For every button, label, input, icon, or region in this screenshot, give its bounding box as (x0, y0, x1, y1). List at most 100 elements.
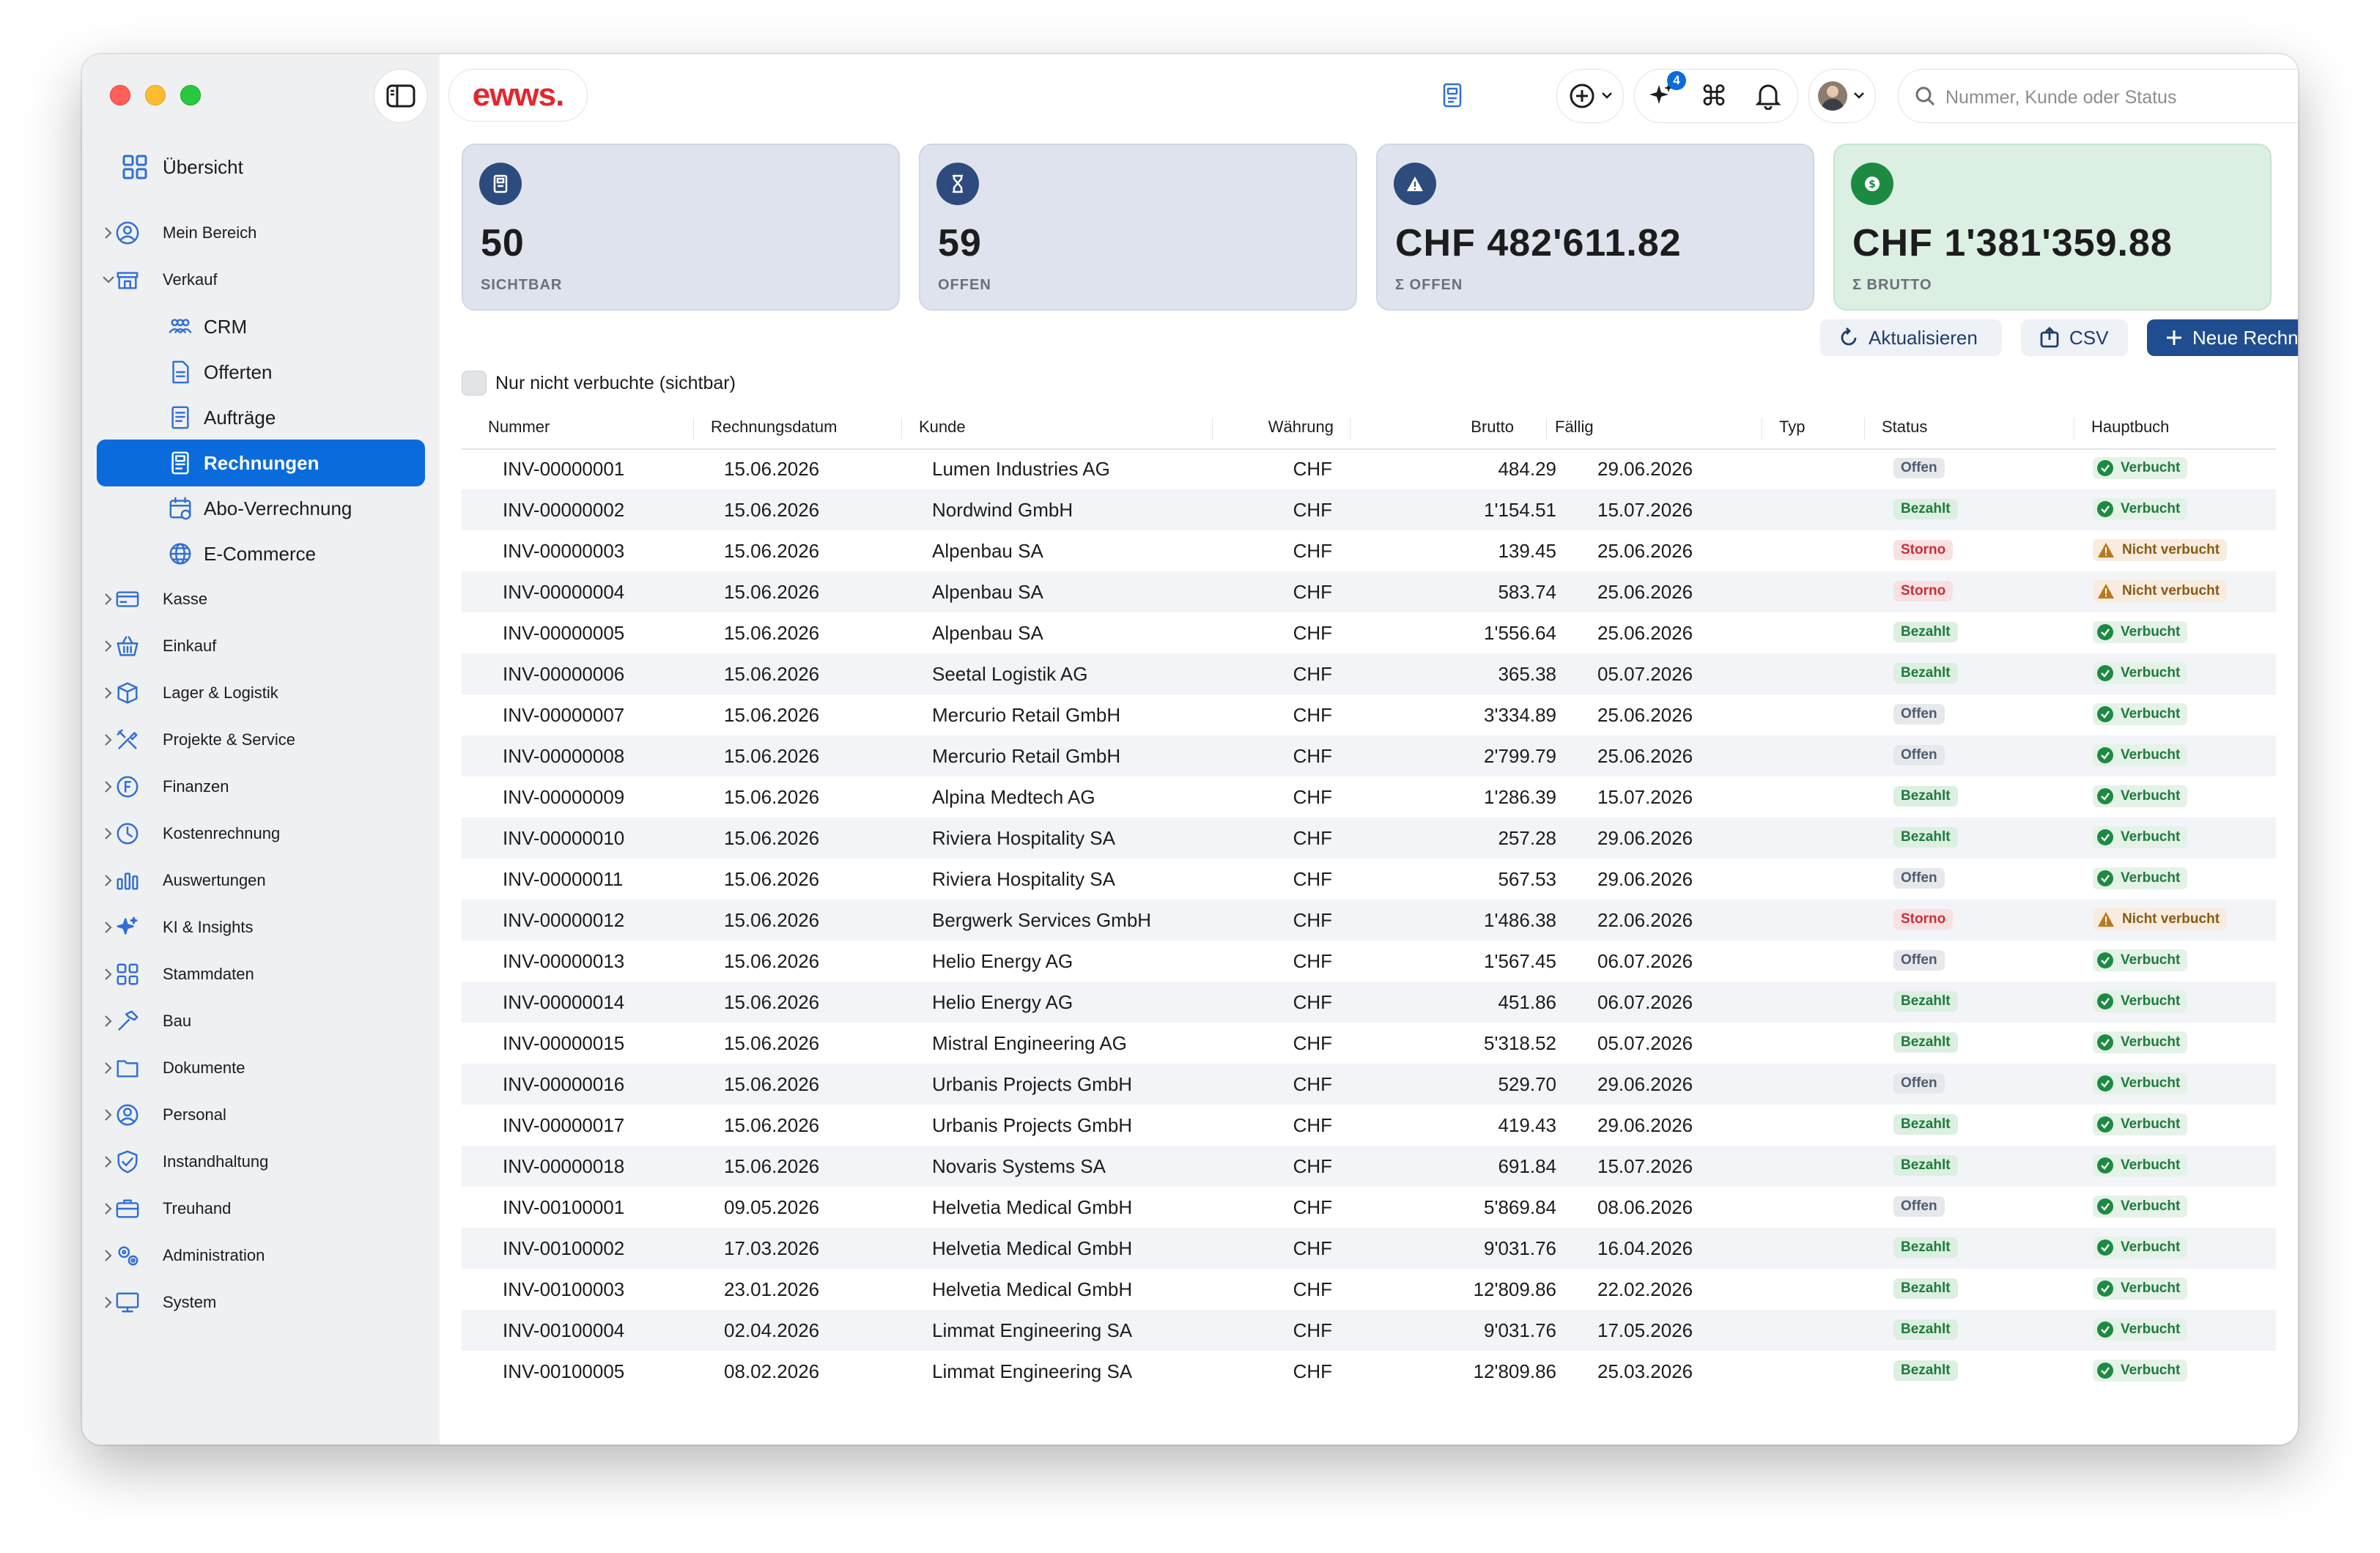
check-circle-icon (2097, 1280, 2113, 1297)
sidebar-item-lager-logistik[interactable]: Lager & Logistik (82, 670, 440, 716)
invoice-number[interactable]: INV-00000013 (503, 950, 624, 973)
table-row[interactable]: INV-00000013 15.06.2026 Helio Energy AG CHF… (462, 941, 2276, 982)
table-row[interactable]: INV-00100004 02.04.2026 Limmat Engineering… (462, 1310, 2276, 1351)
unbooked-filter[interactable]: Nur nicht verbuchte (sichtbar) (462, 371, 736, 396)
sidebar-item-auswertungen[interactable]: Auswertungen (82, 857, 440, 904)
column-header-waehrung[interactable]: Währung (1268, 418, 1334, 437)
table-row[interactable]: INV-00100001 09.05.2026 Helvetia Medical G… (462, 1187, 2276, 1228)
logo[interactable]: ewws. (448, 69, 588, 122)
sidebar-item-kasse[interactable]: Kasse (82, 576, 440, 623)
zoom-window-button[interactable] (180, 85, 201, 105)
invoice-number[interactable]: INV-00000017 (503, 1114, 624, 1137)
sidebar-item-uebersicht[interactable]: Übersicht (82, 144, 440, 190)
table-row[interactable]: INV-00000009 15.06.2026 Alpina Medtech AG C… (462, 776, 2276, 818)
invoice-number[interactable]: INV-00000008 (503, 745, 624, 768)
new-invoice-button[interactable]: Neue Rechnung (2147, 319, 2298, 356)
table-row[interactable]: INV-00000016 15.06.2026 Urbanis Projects G… (462, 1064, 2276, 1105)
invoice-number[interactable]: INV-00100004 (503, 1319, 624, 1342)
invoice-number[interactable]: INV-00000003 (503, 540, 624, 563)
column-header-brutto[interactable]: Brutto (1471, 418, 1514, 437)
invoice-number[interactable]: INV-00100005 (503, 1360, 624, 1383)
add-menu-button[interactable] (1556, 69, 1624, 123)
sidebar-item-instandhaltung[interactable]: Instandhaltung (82, 1138, 440, 1185)
csv-export-button[interactable]: CSV (2021, 319, 2128, 356)
sidebar-item-abo-verrechnung[interactable]: Abo-Verrechnung (82, 485, 440, 532)
sidebar-item-offerten[interactable]: Offerten (82, 349, 440, 396)
column-header-hauptbuch[interactable]: Hauptbuch (2091, 418, 2169, 437)
invoice-number[interactable]: INV-00100001 (503, 1196, 624, 1219)
sidebar-item-einkauf[interactable]: Einkauf (82, 623, 440, 670)
invoice-number[interactable]: INV-00000001 (503, 458, 624, 481)
table-row[interactable]: INV-00000001 15.06.2026 Lumen Industries A… (462, 448, 2276, 489)
sidebar-item-bau[interactable]: Bau (82, 998, 440, 1045)
column-header-nummer[interactable]: Nummer (488, 418, 550, 437)
invoice-number[interactable]: INV-00100003 (503, 1278, 624, 1301)
table-row[interactable]: INV-00000002 15.06.2026 Nordwind GmbH CHF 1'… (462, 489, 2276, 530)
table-row[interactable]: INV-00000014 15.06.2026 Helio Energy AG CHF… (462, 982, 2276, 1023)
svg-text:$: $ (1869, 179, 1876, 190)
sidebar-item-treuhand[interactable]: Treuhand (82, 1185, 440, 1232)
table-row[interactable]: INV-00100005 08.02.2026 Limmat Engineering… (462, 1351, 2276, 1392)
sidebar-item-dokumente[interactable]: Dokumente (82, 1045, 440, 1091)
column-header-faellig[interactable]: Fällig (1555, 418, 1594, 437)
sidebar-item-finanzen[interactable]: Finanzen (82, 763, 440, 810)
table-row[interactable]: INV-00000005 15.06.2026 Alpenbau SA CHF 1'55… (462, 612, 2276, 653)
table-row[interactable]: INV-00000006 15.06.2026 Seetal Logistik AG… (462, 653, 2276, 694)
sidebar-item-projekte-service[interactable]: Projekte & Service (82, 716, 440, 763)
column-header-rechnungsdatum[interactable]: Rechnungsdatum (711, 418, 837, 437)
column-header-status[interactable]: Status (1882, 418, 1927, 437)
refresh-button[interactable]: Aktualisieren (1820, 319, 2002, 356)
invoice-number[interactable]: INV-00000018 (503, 1155, 624, 1178)
table-row[interactable]: INV-00000010 15.06.2026 Riviera Hospitalit… (462, 818, 2276, 859)
sidebar-item-personal[interactable]: Personal (82, 1091, 440, 1138)
table-row[interactable]: INV-00100002 17.03.2026 Helvetia Medical G… (462, 1228, 2276, 1269)
invoice-number[interactable]: INV-00000011 (503, 868, 623, 891)
table-row[interactable]: INV-00000018 15.06.2026 Novaris Systems SA… (462, 1146, 2276, 1187)
unbooked-filter-checkbox[interactable] (462, 371, 487, 396)
table-row[interactable]: INV-00000015 15.06.2026 Mistral Engineerin… (462, 1023, 2276, 1064)
sidebar-item-rechnungen[interactable]: Rechnungen (82, 440, 440, 486)
command-palette-button[interactable]: ⌘ (1698, 80, 1730, 112)
minimize-window-button[interactable] (145, 85, 166, 105)
invoice-number[interactable]: INV-00000002 (503, 499, 624, 522)
invoice-number[interactable]: INV-00000007 (503, 704, 624, 727)
sidebar-item-kostenrechnung[interactable]: Kostenrechnung (82, 810, 440, 857)
invoice-number[interactable]: INV-00000006 (503, 663, 624, 686)
column-header-kunde[interactable]: Kunde (919, 418, 966, 437)
sidebar-item-administration[interactable]: Administration (82, 1232, 440, 1279)
sidebar-item-system[interactable]: System (82, 1279, 440, 1326)
sidebar-item-crm[interactable]: CRM (82, 303, 440, 350)
table-row[interactable]: INV-00000008 15.06.2026 Mercurio Retail Gm… (462, 735, 2276, 776)
sidebar-item-stammdaten[interactable]: Stammdaten (82, 951, 440, 998)
sidebar-toggle-button[interactable] (374, 69, 428, 123)
notifications-button[interactable] (1752, 80, 1784, 112)
sidebar-item-mein-bereich[interactable]: Mein Bereich (82, 210, 440, 256)
sidebar-item-e-commerce[interactable]: E-Commerce (82, 530, 440, 577)
invoice-number[interactable]: INV-00000012 (503, 909, 624, 932)
invoice-number[interactable]: INV-00000009 (503, 786, 624, 809)
user-menu-button[interactable] (1808, 69, 1876, 123)
close-window-button[interactable] (110, 85, 130, 105)
invoice-number[interactable]: INV-00000014 (503, 991, 624, 1014)
ai-insights-button[interactable]: 4 (1645, 71, 1686, 112)
invoice-number[interactable]: INV-00000010 (503, 827, 624, 850)
invoice-shortcut-button[interactable] (1435, 78, 1470, 113)
table-row[interactable]: INV-00000017 15.06.2026 Urbanis Projects G… (462, 1105, 2276, 1146)
invoice-number[interactable]: INV-00000004 (503, 581, 624, 604)
currency: CHF (1293, 458, 1332, 480)
invoice-number[interactable]: INV-00000016 (503, 1073, 624, 1096)
invoice-number[interactable]: INV-00100002 (503, 1237, 624, 1260)
search-input[interactable]: Nummer, Kunde oder Status (1898, 69, 2298, 123)
table-row[interactable]: INV-00000004 15.06.2026 Alpenbau SA CHF 583.… (462, 571, 2276, 612)
sidebar-item-ki-insights[interactable]: KI & Insights (82, 904, 440, 951)
table-row[interactable]: INV-00100003 23.01.2026 Helvetia Medical G… (462, 1269, 2276, 1310)
invoice-number[interactable]: INV-00000015 (503, 1032, 624, 1055)
column-header-typ[interactable]: Typ (1779, 418, 1805, 437)
sidebar-item-aufträge[interactable]: Aufträge (82, 394, 440, 441)
table-row[interactable]: INV-00000007 15.06.2026 Mercurio Retail Gm… (462, 694, 2276, 735)
sidebar-item-verkauf[interactable]: Verkauf (82, 256, 440, 303)
table-row[interactable]: INV-00000003 15.06.2026 Alpenbau SA CHF 139.… (462, 530, 2276, 571)
table-row[interactable]: INV-00000012 15.06.2026 Bergwerk Services … (462, 900, 2276, 941)
table-row[interactable]: INV-00000011 15.06.2026 Riviera Hospitalit… (462, 859, 2276, 900)
invoice-number[interactable]: INV-00000005 (503, 622, 624, 645)
